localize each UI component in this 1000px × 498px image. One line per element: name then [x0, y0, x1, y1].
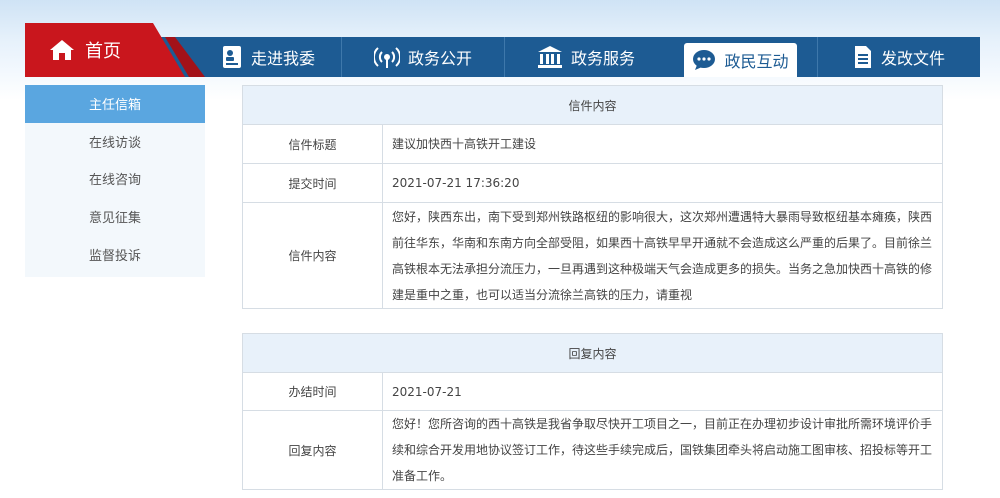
building-icon	[537, 46, 562, 68]
sidebar-item-label: 监督投诉	[88, 248, 141, 264]
tab-about-label: 走进我委	[250, 49, 315, 68]
sidebar-item-director-mailbox[interactable]: 主任信箱	[25, 85, 205, 123]
reply-content-label: 回复内容	[242, 410, 383, 490]
letter-content-label: 信件内容	[242, 202, 383, 309]
sidebar-item-opinion-collection[interactable]: 意见征集	[25, 198, 205, 236]
sidebar-item-label: 在线咨询	[88, 173, 141, 189]
tab-documents-label: 发改文件	[880, 49, 945, 68]
main-navigation: 首页 走进我委 政务公开 政务服务 政民互动 发改文件	[25, 23, 980, 77]
reply-table: 回复内容 办结时间 2021-07-21 回复内容 您好！您所咨询的西十高铁是我…	[242, 333, 943, 490]
house-icon	[50, 40, 74, 60]
sidebar-item-label: 在线访谈	[88, 135, 141, 151]
tab-government-services[interactable]: 政务服务	[504, 37, 667, 77]
sidebar-item-online-consultation[interactable]: 在线咨询	[25, 160, 205, 198]
document-icon	[854, 46, 871, 68]
tab-government-affairs[interactable]: 政务公开	[341, 37, 504, 77]
nav-home[interactable]: 首页	[25, 23, 185, 77]
tab-public-interaction[interactable]: 政民互动	[684, 43, 797, 77]
letter-table: 信件内容 信件标题 建议加快西十高铁开工建设 提交时间 2021-07-21 1…	[242, 85, 943, 309]
reply-table-header: 回复内容	[242, 333, 943, 373]
sidebar-item-label: 主任信箱	[88, 98, 141, 114]
broadcast-icon	[373, 47, 400, 68]
sidebar-item-online-interview[interactable]: 在线访谈	[25, 123, 205, 161]
letter-time-label: 提交时间	[242, 163, 383, 203]
sidebar-item-supervision-complaint[interactable]: 监督投诉	[25, 235, 205, 273]
reply-date-label: 办结时间	[242, 372, 383, 411]
person-card-icon	[222, 46, 241, 68]
letter-table-header: 信件内容	[242, 85, 943, 125]
tab-government-affairs-label: 政务公开	[407, 49, 472, 68]
reply-date-value: 2021-07-21	[382, 372, 943, 411]
reply-content-value: 您好！您所咨询的西十高铁是我省争取尽快开工项目之一，目前正在办理初步设计审批所需…	[382, 410, 943, 490]
tab-government-services-label: 政务服务	[570, 49, 635, 68]
sidebar-item-label: 意见征集	[88, 211, 141, 227]
letter-time-value: 2021-07-21 17:36:20	[382, 163, 943, 203]
tab-about[interactable]: 走进我委	[195, 37, 341, 77]
nav-home-label: 首页	[85, 41, 121, 62]
letter-content-value: 您好，陕西东出，南下受到郑州铁路枢纽的影响很大，这次郑州遭遇特大暴雨导致枢纽基本…	[382, 202, 943, 309]
letter-title-value: 建议加快西十高铁开工建设	[382, 124, 943, 164]
sidebar: 主任信箱 在线访谈 在线咨询 意见征集 监督投诉	[25, 85, 205, 277]
tab-documents[interactable]: 发改文件	[817, 37, 980, 77]
chat-bubble-icon	[693, 50, 716, 70]
tab-public-interaction-label: 政民互动	[724, 52, 789, 71]
letter-title-label: 信件标题	[242, 124, 383, 164]
